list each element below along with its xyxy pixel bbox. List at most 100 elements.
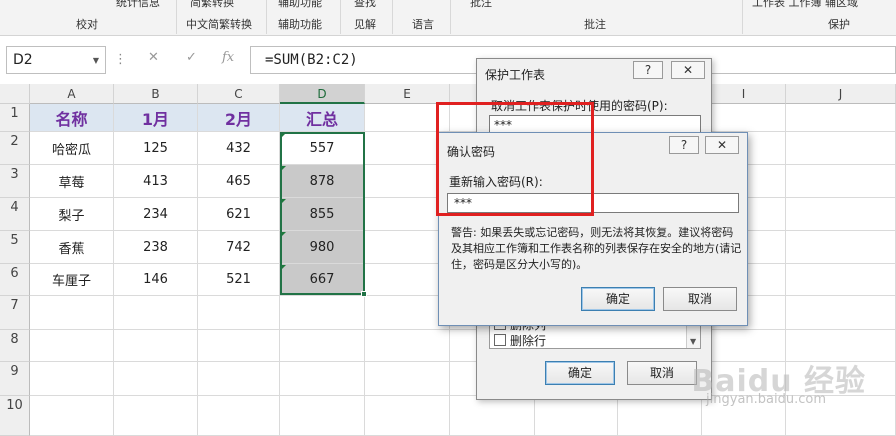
empty-cell[interactable] <box>114 396 198 436</box>
ribbon-trad-simp-convert[interactable]: 简繁转换 <box>190 0 234 10</box>
empty-cell[interactable] <box>450 396 535 436</box>
ribbon-spelling-stats[interactable]: 统计信息 <box>116 0 160 10</box>
formula-bar-grip-icon[interactable]: ⋮ <box>114 52 127 67</box>
ribbon-comments-button[interactable]: 批注 <box>470 0 492 10</box>
close-button[interactable]: ✕ <box>705 136 739 154</box>
ribbon-smart-lookup[interactable]: 查找 <box>354 0 376 10</box>
empty-cell[interactable] <box>30 362 114 396</box>
table-cell-value: 草莓 <box>58 175 85 191</box>
table-cell-value: 855 <box>309 206 335 222</box>
ok-button[interactable]: 确定 <box>581 287 655 311</box>
table-header-cell[interactable]: 汇总 <box>280 104 365 132</box>
empty-cell[interactable] <box>30 396 114 436</box>
column-header-B[interactable]: B <box>114 84 198 104</box>
empty-cell[interactable] <box>30 296 114 330</box>
table-header-cell[interactable]: 2月 <box>198 104 280 132</box>
empty-cell[interactable] <box>786 198 896 231</box>
empty-cell[interactable] <box>535 396 618 436</box>
table-cell[interactable]: 980 <box>280 231 365 264</box>
help-button[interactable]: ? <box>669 136 699 154</box>
empty-cell[interactable] <box>280 296 365 330</box>
column-header-A[interactable]: A <box>30 84 114 104</box>
table-header-cell-value: 汇总 <box>305 109 338 129</box>
empty-cell[interactable] <box>280 330 365 362</box>
table-cell[interactable]: 梨子 <box>30 198 114 231</box>
column-header-I[interactable]: I <box>702 84 786 104</box>
empty-cell[interactable] <box>30 330 114 362</box>
insert-function-icon[interactable]: fx <box>222 50 234 65</box>
table-cell[interactable]: 草莓 <box>30 165 114 198</box>
empty-cell[interactable] <box>114 362 198 396</box>
table-cell[interactable]: 521 <box>198 264 280 296</box>
scroll-down-icon[interactable]: ▼ <box>690 337 696 346</box>
table-header-cell[interactable]: 名称 <box>30 104 114 132</box>
empty-cell[interactable] <box>198 330 280 362</box>
table-cell[interactable]: 125 <box>114 132 198 165</box>
table-cell[interactable]: 878 <box>280 165 365 198</box>
table-cell[interactable]: 哈密瓜 <box>30 132 114 165</box>
empty-cell[interactable] <box>365 330 450 362</box>
help-button[interactable]: ? <box>633 61 663 79</box>
chevron-down-icon[interactable]: ▼ <box>93 56 99 65</box>
empty-cell[interactable] <box>114 296 198 330</box>
ribbon-divider <box>340 0 341 34</box>
table-cell-value: 878 <box>309 173 335 189</box>
empty-cell[interactable] <box>198 362 280 396</box>
empty-cell[interactable] <box>198 296 280 330</box>
empty-cell[interactable] <box>786 165 896 198</box>
column-header-J[interactable]: J <box>786 84 896 104</box>
ok-button[interactable]: 确定 <box>545 361 615 385</box>
empty-cell[interactable] <box>786 231 896 264</box>
column-header-E[interactable]: E <box>365 84 450 104</box>
ribbon-accessibility-button[interactable]: 辅助功能 <box>278 0 322 10</box>
table-cell[interactable]: 465 <box>198 165 280 198</box>
table-cell[interactable]: 667 <box>280 264 365 296</box>
empty-cell[interactable] <box>702 104 786 132</box>
close-button[interactable]: ✕ <box>671 61 705 79</box>
ribbon-divider <box>176 0 177 34</box>
table-cell[interactable]: 香蕉 <box>30 231 114 264</box>
table-cell[interactable]: 557 <box>280 132 365 165</box>
empty-cell[interactable] <box>786 296 896 330</box>
empty-cell[interactable] <box>114 330 198 362</box>
ribbon: 统计信息 校对 简繁转换 中文简繁转换 辅助功能 辅助功能 查找 见解 语言 批… <box>0 0 896 36</box>
name-box[interactable]: D2 ▼ <box>6 46 106 74</box>
row-header-10[interactable]: 10 <box>0 396 30 436</box>
table-cell[interactable]: 146 <box>114 264 198 296</box>
empty-cell[interactable] <box>280 396 365 436</box>
table-cell[interactable]: 238 <box>114 231 198 264</box>
table-cell[interactable]: 621 <box>198 198 280 231</box>
table-cell-value: 234 <box>143 206 168 222</box>
empty-cell[interactable] <box>365 396 450 436</box>
table-cell-value: 413 <box>143 173 168 189</box>
empty-cell[interactable] <box>198 396 280 436</box>
cancel-button[interactable]: 取消 <box>663 287 737 311</box>
table-cell[interactable]: 742 <box>198 231 280 264</box>
dialog-title: 确认密码 <box>447 145 496 159</box>
empty-cell[interactable] <box>618 396 702 436</box>
empty-cell[interactable] <box>365 362 450 396</box>
table-header-cell[interactable]: 1月 <box>114 104 198 132</box>
table-cell[interactable]: 855 <box>280 198 365 231</box>
table-cell[interactable]: 车厘子 <box>30 264 114 296</box>
empty-cell[interactable] <box>786 132 896 165</box>
empty-cell[interactable] <box>280 362 365 396</box>
table-header-cell-value: 2月 <box>224 109 253 129</box>
empty-cell[interactable] <box>786 104 896 132</box>
table-cell[interactable]: 413 <box>114 165 198 198</box>
column-header-D[interactable]: D <box>280 84 365 104</box>
empty-cell[interactable] <box>786 264 896 296</box>
enter-formula-icon[interactable]: ✓ <box>186 50 197 65</box>
reenter-password-field[interactable]: *** <box>447 193 739 213</box>
ribbon-protect-buttons[interactable]: 工作表 工作簿 辅区域 <box>752 0 858 10</box>
table-cell-value: 125 <box>143 140 168 156</box>
delete-rows-checkbox[interactable] <box>494 334 506 346</box>
cancel-button[interactable]: 取消 <box>627 361 697 385</box>
table-cell-value: 梨子 <box>58 208 85 224</box>
table-cell[interactable]: 234 <box>114 198 198 231</box>
table-cell[interactable]: 432 <box>198 132 280 165</box>
empty-cell[interactable] <box>365 104 450 132</box>
table-cell-value: 521 <box>226 272 251 287</box>
column-header-C[interactable]: C <box>198 84 280 104</box>
cancel-formula-icon[interactable]: ✕ <box>148 50 159 65</box>
